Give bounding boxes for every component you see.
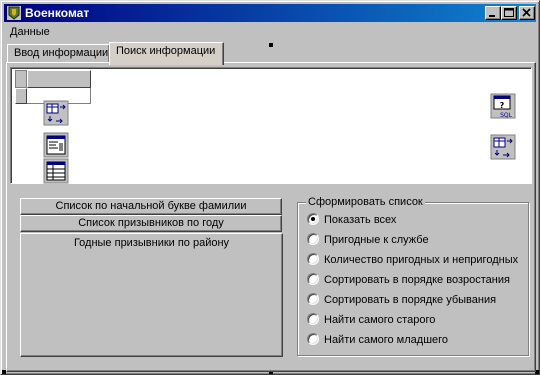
search-tab-panel: ? SQL Список по начальной букве фамилии … xyxy=(6,62,536,372)
list-by-surname-letter-button[interactable]: Список по начальной букве фамилии xyxy=(20,198,282,215)
form-edit-button[interactable] xyxy=(43,132,69,158)
svg-text:SQL: SQL xyxy=(500,112,513,119)
fit-conscripts-by-district-panel[interactable]: Годные призывники по району xyxy=(20,233,283,357)
table-transfer-icon xyxy=(43,100,69,126)
radio-show-all[interactable]: Показать всех xyxy=(307,212,396,228)
main-window: Военкомат Данные Ввод информации Поиск и… xyxy=(0,0,540,375)
menu-data[interactable]: Данные xyxy=(10,25,50,39)
radio-sort-descending[interactable]: Сортировать в порядке убывания xyxy=(307,292,496,308)
table-transfer-icon xyxy=(490,134,516,160)
results-area: ? SQL xyxy=(10,67,532,184)
close-button[interactable] xyxy=(519,6,535,20)
tab-data-entry[interactable]: Ввод информации xyxy=(7,44,110,64)
minimize-button[interactable] xyxy=(485,6,501,20)
grid-column-header[interactable] xyxy=(27,70,91,88)
radio-fit-for-service[interactable]: Пригодные к службе xyxy=(307,232,429,248)
panel-title: Годные призывники по району xyxy=(73,237,230,249)
close-icon xyxy=(522,8,531,17)
maximize-icon xyxy=(504,8,514,17)
grid-list-button[interactable] xyxy=(43,158,69,184)
window-title: Военкомат xyxy=(25,6,90,20)
tab-search[interactable]: Поиск информации xyxy=(109,42,224,65)
table-transfer-button[interactable] xyxy=(43,100,69,126)
radio-count-fit-unfit[interactable]: Количество пригодных и непригодных xyxy=(307,252,518,268)
radio-button[interactable] xyxy=(307,213,319,226)
form-edit-icon xyxy=(43,132,69,158)
radio-button[interactable] xyxy=(307,233,319,246)
grid-list-icon xyxy=(43,158,69,184)
grid-corner xyxy=(15,70,27,88)
title-bar[interactable]: Военкомат xyxy=(4,4,536,22)
radio-button[interactable] xyxy=(307,333,319,346)
list-by-year-button[interactable]: Список призывников по году xyxy=(20,215,282,232)
radio-sort-ascending[interactable]: Сортировать в порядке возростания xyxy=(307,272,510,288)
svg-text:?: ? xyxy=(500,101,505,110)
radio-button[interactable] xyxy=(307,313,319,326)
grid-row-header[interactable] xyxy=(15,88,27,104)
table-transfer-button-right[interactable] xyxy=(490,134,516,160)
radio-button[interactable] xyxy=(307,273,319,286)
radio-find-oldest[interactable]: Найти самого старого xyxy=(307,312,435,328)
groupbox-legend: Сформировать список xyxy=(306,195,425,209)
military-emblem-icon xyxy=(6,5,22,21)
sql-query-icon: ? SQL xyxy=(490,93,516,119)
radio-find-youngest[interactable]: Найти самого младшего xyxy=(307,332,448,348)
radio-button[interactable] xyxy=(307,253,319,266)
minimize-icon xyxy=(489,15,495,17)
form-list-groupbox: Сформировать список Показать всех Пригод… xyxy=(297,195,529,356)
menu-bar: Данные xyxy=(4,23,536,41)
maximize-button[interactable] xyxy=(501,6,517,20)
sql-query-button[interactable]: ? SQL xyxy=(490,93,516,119)
radio-button[interactable] xyxy=(307,293,319,306)
resize-grip[interactable] xyxy=(269,43,273,47)
